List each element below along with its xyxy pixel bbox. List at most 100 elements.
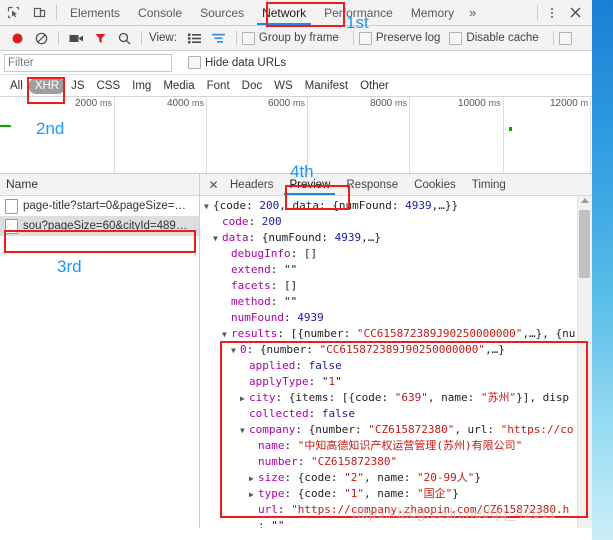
tab-network[interactable]: Network: [253, 1, 315, 25]
json-tree-row[interactable]: ▼ 0: {number: "CC615872389J90250000000",……: [200, 342, 592, 358]
filter-input[interactable]: [4, 53, 172, 72]
detail-scrollbar[interactable]: [577, 196, 592, 528]
json-tree-row[interactable]: ▶extend: "": [200, 262, 592, 278]
tab-response[interactable]: Response: [338, 175, 406, 195]
json-punctuation: , url:: [454, 423, 501, 436]
timeline-gridline: [307, 97, 308, 173]
filter-js[interactable]: JS: [65, 78, 90, 94]
json-tree-row[interactable]: ▶ size: {code: "2", name: "20-99人"}: [200, 470, 592, 486]
json-tree-row[interactable]: ▶number: "CZ615872380": [200, 454, 592, 470]
json-tree-row[interactable]: ▶applyType: "1": [200, 374, 592, 390]
request-row-page-title[interactable]: page-title?start=0&pageSize=…: [0, 196, 199, 216]
expand-arrow-down-icon[interactable]: ▼: [231, 343, 240, 358]
json-tree-row[interactable]: ▼ company: {number: "CZ615872380", url: "…: [200, 422, 592, 438]
json-punctuation: : {code:: [284, 471, 345, 484]
tab-preview[interactable]: Preview: [281, 175, 338, 195]
close-detail-icon[interactable]: ✕: [205, 178, 222, 192]
json-tree-row[interactable]: ▶numFound: 4939: [200, 310, 592, 326]
scroll-up-icon[interactable]: [581, 198, 589, 203]
json-tree-row[interactable]: ▶method: "": [200, 294, 592, 310]
expand-arrow-down-icon[interactable]: ▼: [204, 199, 213, 214]
filter-icon[interactable]: [88, 27, 112, 49]
close-icon[interactable]: [562, 1, 588, 25]
filter-other[interactable]: Other: [354, 78, 395, 94]
tab-console[interactable]: Console: [129, 1, 191, 25]
json-punctuation: }], disp: [516, 391, 570, 404]
expand-arrow-down-icon[interactable]: ▼: [213, 231, 222, 246]
json-tree-row[interactable]: ▶: "": [200, 518, 592, 528]
json-string-value: "国企": [416, 487, 453, 500]
tab-elements[interactable]: Elements: [61, 1, 129, 25]
record-button[interactable]: [5, 27, 29, 49]
expand-arrow-right-icon[interactable]: ▶: [249, 471, 258, 486]
request-type-icon: [5, 198, 18, 214]
clear-button[interactable]: [29, 27, 53, 49]
filter-css[interactable]: CSS: [90, 78, 126, 94]
group-by-frame-label: Group by frame: [258, 32, 339, 44]
json-punctuation: :: [284, 439, 298, 452]
json-key: numFound: [231, 311, 284, 324]
tab-cookies[interactable]: Cookies: [406, 175, 464, 195]
network-overview-timeline[interactable]: 2000 ms 4000 ms 6000 ms 8000 ms 10000 ms 1200…: [0, 97, 592, 174]
json-tree-row[interactable]: ▼ data: {numFound: 4939,…}: [200, 230, 592, 246]
toolbar-divider-3: [235, 31, 237, 45]
tabbar-right-controls: [533, 1, 592, 25]
device-toolbar-icon[interactable]: [26, 1, 52, 25]
offline-checkbox[interactable]: [558, 31, 576, 45]
json-tree-row[interactable]: ▶ city: {items: [{code: "639", name: "苏州"…: [200, 390, 592, 406]
capture-screenshots-icon[interactable]: [64, 27, 88, 49]
expand-arrow-down-icon[interactable]: ▼: [222, 327, 231, 342]
json-tree-row[interactable]: ▼ {code: 200, data: {numFound: 4939,…}}: [200, 198, 592, 214]
json-key: name: [258, 439, 285, 452]
json-punctuation: , name:: [427, 391, 481, 404]
expand-arrow-right-icon[interactable]: ▶: [249, 487, 258, 502]
filter-media[interactable]: Media: [157, 78, 200, 94]
filter-all[interactable]: All: [4, 78, 29, 94]
timeline-tick-label: 8000 ms: [370, 98, 408, 109]
screenshot-root: Elements Console Sources Network Perform…: [0, 0, 613, 540]
json-preview-tree[interactable]: ▼{code: 200, data: {numFound: 4939,…}}▶c…: [200, 196, 592, 528]
filter-img[interactable]: Img: [126, 78, 157, 94]
request-row-sou[interactable]: sou?pageSize=60&cityId=489…: [0, 216, 199, 236]
hide-data-urls-checkbox[interactable]: Hide data URLs: [188, 56, 286, 69]
disable-cache-checkbox[interactable]: Disable cache: [449, 31, 539, 45]
filter-ws[interactable]: WS: [268, 78, 299, 94]
tab-performance[interactable]: Performance: [315, 1, 402, 25]
expand-arrow-right-icon[interactable]: ▶: [240, 391, 249, 406]
tab-memory[interactable]: Memory: [402, 1, 463, 25]
more-options-icon[interactable]: [542, 3, 562, 23]
json-tree-row[interactable]: ▶ type: {code: "1", name: "国企"}: [200, 486, 592, 502]
json-punctuation: :: [270, 295, 284, 308]
json-punctuation: : ": [308, 375, 329, 388]
preserve-log-box: [358, 31, 372, 45]
inspect-element-icon[interactable]: [0, 1, 26, 25]
json-tree-row[interactable]: ▶name: "中知高德知识产权运营管理(苏州)有限公司": [200, 438, 592, 454]
group-by-frame-checkbox[interactable]: Group by frame: [241, 31, 339, 45]
capture-overview-icon[interactable]: [207, 27, 231, 49]
json-string-value: "20-99人": [416, 471, 475, 484]
json-tree-row[interactable]: ▶url: "https://company.zhaopin.com/CZ615…: [200, 502, 592, 518]
preserve-log-checkbox[interactable]: Preserve log: [358, 31, 440, 45]
json-tree-row[interactable]: ▶code: 200: [200, 214, 592, 230]
scrollbar-thumb[interactable]: [579, 210, 590, 278]
filter-xhr[interactable]: XHR: [28, 77, 66, 94]
tab-headers[interactable]: Headers: [222, 175, 281, 195]
search-icon[interactable]: [112, 27, 136, 49]
json-tree-row[interactable]: ▶debugInfo: []: [200, 246, 592, 262]
tab-timing[interactable]: Timing: [464, 175, 514, 195]
json-tree-row[interactable]: ▶collected: false: [200, 406, 592, 422]
filter-doc[interactable]: Doc: [236, 78, 268, 94]
json-tree-row[interactable]: ▶facets: []: [200, 278, 592, 294]
more-tabs-icon[interactable]: »: [463, 5, 482, 20]
disable-cache-label: Disable cache: [466, 32, 539, 44]
json-tree-row[interactable]: ▼ results: [{number: "CC615872389J9025000…: [200, 326, 592, 342]
tab-sources[interactable]: Sources: [191, 1, 253, 25]
json-key: applied: [249, 359, 296, 372]
timeline-gridline: [503, 97, 504, 173]
json-tree-row[interactable]: ▶applied: false: [200, 358, 592, 374]
filter-manifest[interactable]: Manifest: [299, 78, 354, 94]
large-request-rows-icon[interactable]: [183, 27, 207, 49]
expand-arrow-down-icon[interactable]: ▼: [240, 423, 249, 438]
timeline-tick-unit: ms: [192, 98, 205, 108]
filter-font[interactable]: Font: [201, 78, 236, 94]
